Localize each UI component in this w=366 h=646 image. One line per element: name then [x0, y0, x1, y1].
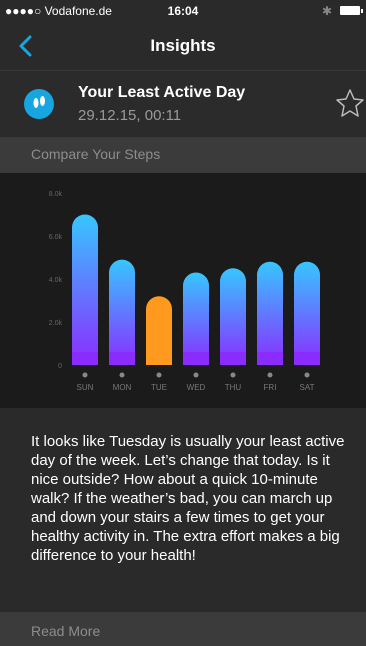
- bar-sun: [72, 214, 98, 365]
- x-tick-label: THU: [225, 383, 242, 392]
- bluetooth-icon: ✱: [321, 4, 332, 18]
- navigation-bar: Insights: [0, 22, 366, 71]
- y-tick-label: 8.0k: [49, 191, 63, 198]
- day-marker-dot: [193, 372, 199, 378]
- bar-fri: [257, 261, 283, 365]
- y-tick-label: 2.0k: [49, 320, 63, 327]
- day-marker-dot: [267, 372, 273, 378]
- y-tick-label: 6.0k: [49, 234, 63, 241]
- read-more-button[interactable]: Read More: [0, 612, 366, 646]
- y-tick-label: 0: [58, 363, 62, 370]
- clock: 16:04: [167, 4, 199, 18]
- read-more-label: Read More: [31, 623, 101, 639]
- bar-base-fri: [257, 352, 283, 365]
- insight-date: 29.12.15, 00:11: [78, 107, 182, 124]
- insight-body-text: It looks like Tuesday is usually your le…: [31, 433, 345, 564]
- x-tick-label: SAT: [300, 383, 315, 392]
- battery-icon: [340, 6, 363, 15]
- x-tick-label: SUN: [77, 383, 94, 392]
- footprints-icon: [24, 89, 54, 119]
- steps-bar-chart: 0 2.0k 4.0k 6.0k 8.0k SUN MON TUE WED THU FRI SAT: [49, 191, 320, 392]
- bar-sat: [294, 261, 320, 365]
- day-marker-dot: [156, 372, 162, 378]
- day-marker-dot: [82, 372, 88, 378]
- compare-steps-header: Compare Your Steps: [0, 137, 366, 173]
- bar-base-sat: [294, 352, 320, 365]
- insight-title: Your Least Active Day: [78, 84, 246, 101]
- steps-chart-area: 0 2.0k 4.0k 6.0k 8.0k SUN MON TUE WED THU FRI SAT: [0, 173, 366, 408]
- star-icon: [336, 89, 364, 117]
- insight-header: Your Least Active Day 29.12.15, 00:11: [0, 73, 366, 135]
- page-title: Insights: [150, 36, 216, 55]
- bar-base-sun: [72, 352, 98, 365]
- day-marker-dot: [304, 372, 310, 378]
- bar-base-tue: [146, 352, 172, 365]
- status-bar: ●●●●○ Vodafone.de 16:04 ✱: [0, 0, 366, 22]
- bar-base-thu: [220, 352, 246, 365]
- day-marker-dot: [119, 372, 125, 378]
- y-tick-label: 4.0k: [49, 277, 63, 284]
- compare-steps-label: Compare Your Steps: [31, 146, 161, 162]
- bar-thu: [220, 268, 246, 365]
- bar-wed: [183, 272, 209, 365]
- x-tick-label: FRI: [264, 383, 277, 392]
- favorite-button[interactable]: [334, 85, 366, 121]
- day-marker-dot: [230, 372, 236, 378]
- x-tick-label: WED: [187, 383, 206, 392]
- bar-base-wed: [183, 352, 209, 365]
- bar-mon: [109, 259, 135, 365]
- bar-base-mon: [109, 352, 135, 365]
- x-tick-label: MON: [113, 383, 132, 392]
- x-tick-label: TUE: [151, 383, 167, 392]
